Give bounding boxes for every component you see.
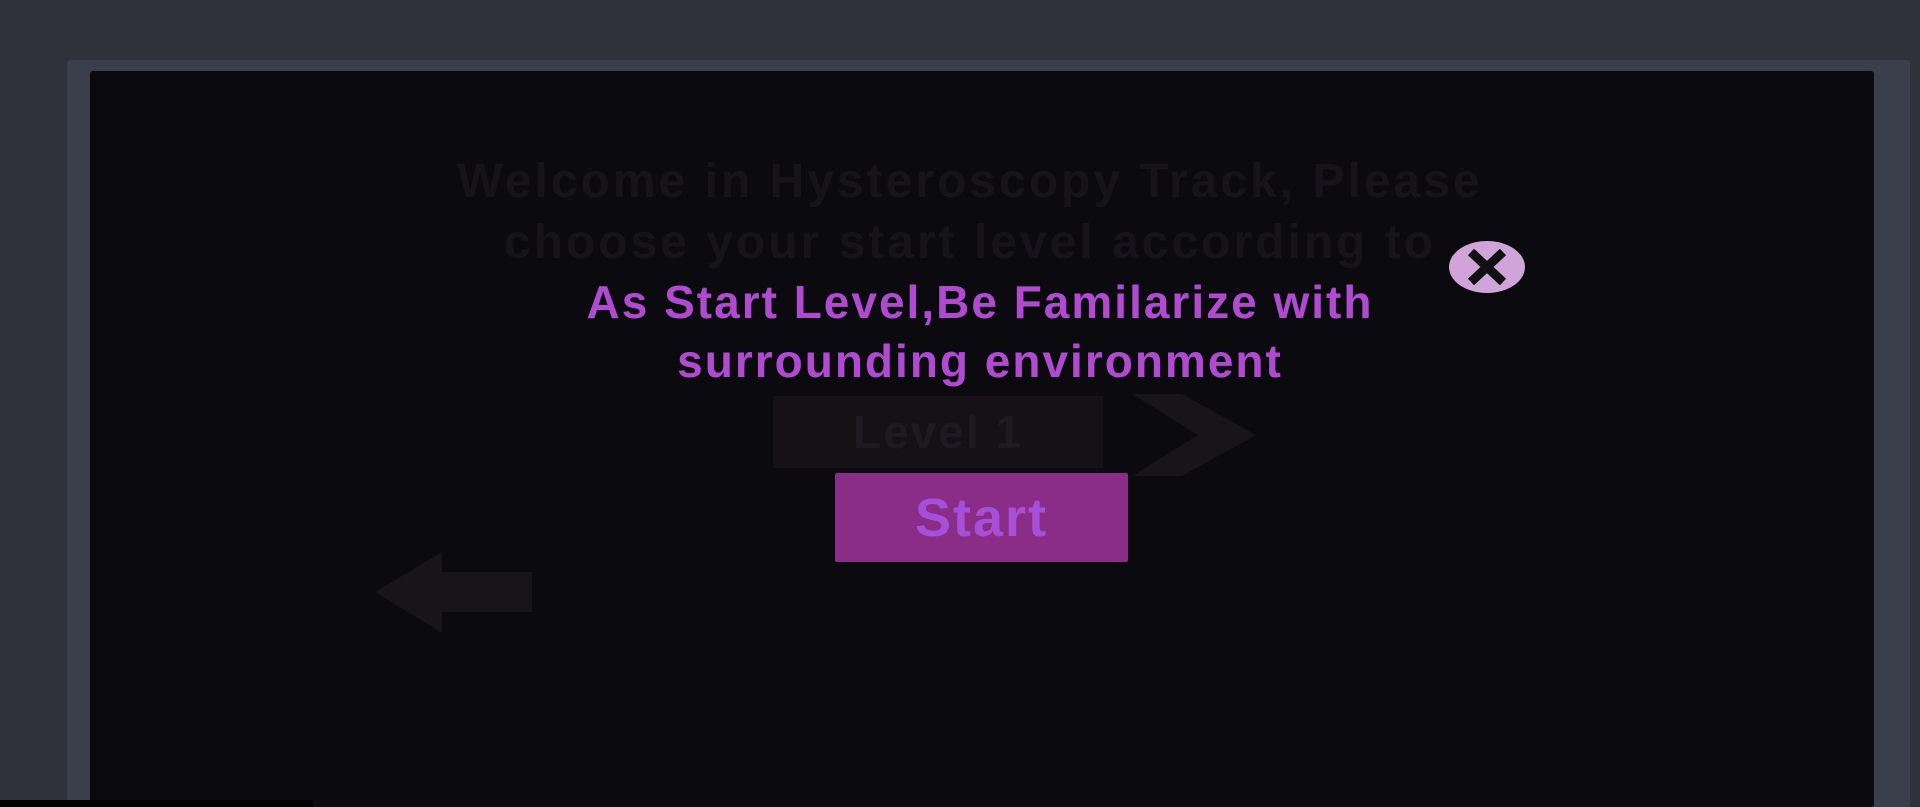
modal-message: As Start Level,Be Familarize with surrou… — [586, 276, 1374, 387]
close-button[interactable] — [1449, 241, 1525, 293]
close-icon — [1467, 249, 1507, 285]
bottom-bar — [0, 800, 313, 807]
arrow-left-icon — [375, 552, 532, 633]
welcome-title: Welcome in Hysteroscopy Track, Please ch… — [457, 155, 1483, 269]
level-display: Level 1 — [773, 396, 1103, 468]
game-canvas: Welcome in Hysteroscopy Track, Please ch… — [90, 71, 1874, 807]
chevron-right-icon — [1132, 394, 1256, 476]
start-button[interactable]: Start — [835, 473, 1128, 562]
